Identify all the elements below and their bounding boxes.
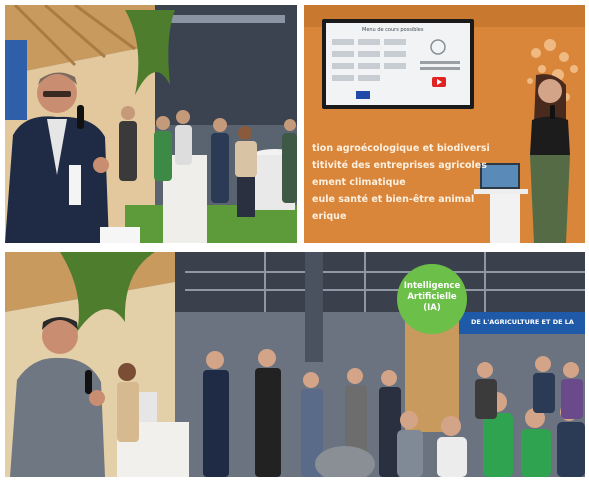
wall-text-line-1: tion agroécologique et biodiversi	[312, 143, 490, 154]
photo-panel-speaker-left	[5, 5, 297, 243]
crowd-hall-illustration	[5, 252, 585, 477]
photo-panel-presenter-right: Menu de cours possibles tion agroécologi…	[304, 5, 585, 243]
ia-sign-line-3: (IA)	[423, 303, 441, 313]
screen-title: Menu de cours possibles	[362, 27, 424, 33]
wall-text-line-3: ement climatique	[312, 177, 406, 188]
orange-wall-illustration	[304, 5, 585, 243]
wall-text-line-4: eule santé et bien-être animal	[312, 194, 475, 205]
stand-scene-illustration	[5, 5, 297, 243]
ia-sign-line-1: Intelligence	[403, 281, 461, 291]
ia-sign-line-2: Artificielle	[407, 292, 457, 302]
photo-panel-crowd-bottom: Intelligence Artificielle (IA) DE L'AGRI…	[5, 252, 585, 477]
exhibition-banner-text: DE L'AGRICULTURE ET DE LA	[471, 318, 574, 326]
wall-text-line-5: erique	[312, 211, 347, 222]
wall-text-line-2: titivité des entreprises agricoles	[312, 160, 487, 171]
